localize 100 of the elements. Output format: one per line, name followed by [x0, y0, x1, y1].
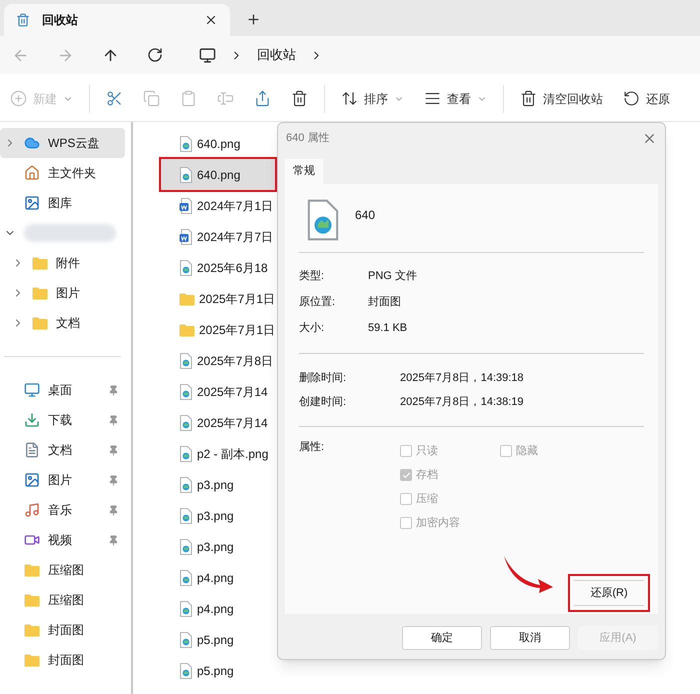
quick-access-item[interactable]: 音乐: [0, 495, 125, 525]
file-item[interactable]: p5.png: [161, 624, 275, 655]
file-item[interactable]: p2 - 副本.png: [161, 438, 275, 469]
folder-icon: [179, 292, 195, 306]
new-tab-icon[interactable]: [246, 12, 261, 27]
quick-access-item[interactable]: 压缩图: [0, 555, 125, 585]
sidebar-item[interactable]: WPS云盘: [0, 128, 125, 158]
folder-icon: [32, 316, 48, 330]
pin-icon[interactable]: [108, 444, 119, 456]
file-item[interactable]: p3.png: [161, 500, 275, 531]
folder-icon: [24, 623, 40, 637]
image-file-icon: [179, 384, 193, 400]
file-item[interactable]: 2024年7月1日: [161, 190, 275, 221]
sidebar-item[interactable]: 图库: [0, 188, 125, 218]
download-icon: [24, 412, 40, 428]
file-item[interactable]: p4.png: [161, 562, 275, 593]
pin-icon[interactable]: [108, 474, 119, 486]
file-item[interactable]: 2025年6月18: [161, 252, 275, 283]
property-label: 属性:: [299, 440, 326, 455]
pin-icon[interactable]: [108, 534, 119, 546]
file-item[interactable]: 640.png: [161, 128, 275, 159]
clipboard-icon: [180, 90, 197, 107]
cloud-icon: [24, 135, 40, 151]
file-item[interactable]: 2025年7月1日: [161, 314, 275, 345]
folder-icon: [24, 653, 40, 667]
file-item[interactable]: p3.png: [161, 469, 275, 500]
recycle-bin-icon: [16, 13, 30, 27]
sidebar-label: 附件: [56, 255, 80, 272]
close-icon[interactable]: [204, 13, 218, 27]
toolbar-button[interactable]: [291, 90, 308, 107]
restore-button[interactable]: 还原(R): [574, 580, 644, 606]
picture-icon: [24, 472, 40, 488]
toolbar-button[interactable]: 清空回收站: [520, 90, 603, 108]
sidebar-item[interactable]: 文档: [0, 308, 125, 338]
file-item[interactable]: 2025年7月14: [161, 407, 275, 438]
file-item[interactable]: p5.png: [161, 655, 275, 686]
document-icon: [24, 442, 40, 458]
image-file-icon: [179, 570, 193, 586]
computer-icon[interactable]: [199, 46, 216, 64]
quick-access-item[interactable]: 图片: [0, 465, 125, 495]
image-file-icon: [179, 632, 193, 648]
pin-icon[interactable]: [108, 414, 119, 426]
file-item[interactable]: 2025年7月1日: [161, 283, 275, 314]
breadcrumb-item[interactable]: 回收站: [257, 45, 296, 65]
sidebar-label: 图库: [48, 195, 72, 212]
sidebar-item[interactable]: 主文件夹: [0, 158, 125, 188]
pin-icon[interactable]: [108, 504, 119, 516]
sidebar-item[interactable]: 图片: [0, 278, 125, 308]
property-label: 原位置:: [299, 294, 336, 310]
document-file-icon: [179, 228, 193, 244]
quick-access-item[interactable]: 封面图: [0, 615, 125, 645]
quick-access-item[interactable]: 文档: [0, 435, 125, 465]
scissors-icon: [106, 90, 123, 107]
folder-icon: [24, 593, 40, 607]
pin-icon[interactable]: [108, 384, 119, 396]
sidebar-label: 图片: [56, 285, 80, 302]
check-icon: [402, 470, 410, 480]
toolbar-button[interactable]: 排序: [341, 90, 404, 108]
window-tab[interactable]: 回收站: [4, 4, 230, 36]
trash-icon: [520, 90, 537, 107]
toolbar-button[interactable]: 查看: [424, 90, 487, 108]
add-icon: [10, 90, 27, 107]
image-file-icon: [179, 508, 193, 524]
file-item[interactable]: 2024年7月7日: [161, 221, 275, 252]
file-item[interactable]: p3.png: [161, 531, 275, 562]
quick-access-item[interactable]: 视频: [0, 525, 125, 555]
quick-access-item[interactable]: 压缩图: [0, 585, 125, 615]
file-item[interactable]: 2025年7月14: [161, 376, 275, 407]
image-file-icon: [179, 136, 193, 152]
dialog-tab[interactable]: 常规: [285, 159, 323, 184]
property-label: 创建时间:: [299, 394, 348, 410]
sidebar-label: 主文件夹: [48, 165, 96, 182]
image-file-icon: [179, 662, 193, 678]
dialog-button[interactable]: 取消: [490, 626, 570, 650]
file-item[interactable]: 640.png: [161, 159, 275, 190]
property-label: 大小:: [299, 320, 326, 336]
file-item[interactable]: p4.png: [161, 593, 275, 624]
quick-access-item[interactable]: 封面图: [0, 645, 125, 675]
file-name: 640: [355, 207, 376, 224]
file-item[interactable]: 2025年7月8日: [161, 345, 275, 376]
music-icon: [24, 502, 40, 518]
property-label: 类型:: [299, 268, 326, 284]
sidebar-label: 文档: [56, 315, 80, 332]
quick-access-item[interactable]: 下载: [0, 405, 125, 435]
dialog-button[interactable]: 确定: [402, 626, 482, 650]
image-file-icon: [179, 476, 193, 492]
toolbar-button[interactable]: 还原: [623, 90, 670, 108]
image-file-icon: [179, 260, 193, 276]
quick-access-item[interactable]: 桌面: [0, 375, 125, 405]
list-view-icon: [424, 90, 441, 107]
home-icon: [24, 165, 40, 181]
sidebar-item[interactable]: 附件: [0, 248, 125, 278]
image-file-icon: [179, 414, 193, 430]
image-file-icon: [179, 166, 193, 182]
property-value: 2025年7月8日，14:38:19: [400, 394, 524, 410]
copy-icon: [143, 90, 160, 107]
share-icon: [254, 90, 271, 107]
property-value: 2025年7月8日，14:39:18: [400, 370, 524, 386]
gallery-icon: [24, 195, 40, 211]
refresh-icon[interactable]: [147, 47, 163, 63]
